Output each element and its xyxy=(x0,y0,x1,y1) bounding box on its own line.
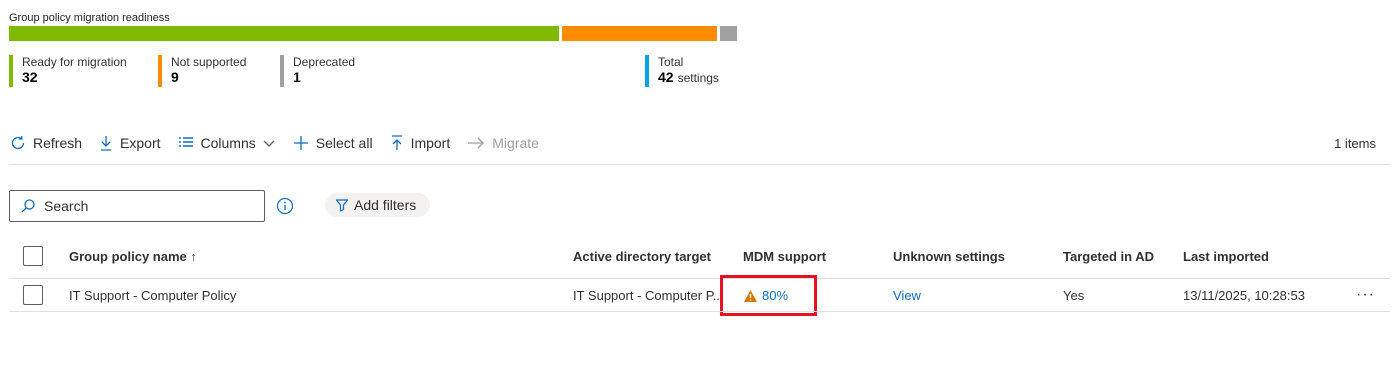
column-header-name[interactable]: Group policy name ↑ xyxy=(69,249,197,264)
readiness-title: Group policy migration readiness xyxy=(9,12,170,24)
columns-label: Columns xyxy=(200,135,256,151)
search-box[interactable] xyxy=(9,190,265,222)
arrow-right-icon xyxy=(468,137,485,149)
column-header-targeted-in-ad[interactable]: Targeted in AD xyxy=(1063,249,1154,264)
columns-button[interactable]: Columns xyxy=(177,134,276,152)
deprecated-bar-segment xyxy=(720,26,737,41)
legend-deprecated-label: Deprecated xyxy=(293,55,356,69)
column-header-unknown-settings[interactable]: Unknown settings xyxy=(893,249,1005,264)
cell-targeted-in-ad: Yes xyxy=(1063,288,1085,303)
legend-total: Total 42 settings xyxy=(645,55,719,87)
column-header-mdm-support[interactable]: MDM support xyxy=(743,249,826,264)
highlight-box xyxy=(720,275,817,316)
search-icon xyxy=(21,199,35,213)
cell-policy-name[interactable]: IT Support - Computer Policy xyxy=(69,288,236,303)
info-icon[interactable] xyxy=(276,197,294,215)
toolbar-divider xyxy=(9,164,1390,165)
add-icon xyxy=(293,136,308,150)
cell-ad-target: IT Support - Computer P... xyxy=(573,288,724,303)
legend-not-supported: Not supported 9 xyxy=(158,55,246,87)
toolbar: Refresh Export Columns Select all Import… xyxy=(9,132,555,154)
refresh-button[interactable]: Refresh xyxy=(9,134,82,152)
legend-total-label: Total xyxy=(658,55,684,69)
export-button[interactable]: Export xyxy=(98,134,161,152)
not-supported-bar-segment xyxy=(562,26,717,41)
import-button[interactable]: Import xyxy=(389,134,451,152)
import-icon xyxy=(391,135,402,150)
more-icon[interactable]: ··· xyxy=(1356,286,1375,304)
filter-icon xyxy=(335,199,349,212)
select-all-button[interactable]: Select all xyxy=(292,134,373,152)
chevron-down-icon xyxy=(263,140,275,147)
refresh-icon xyxy=(11,136,25,150)
legend-ready: Ready for migration 32 xyxy=(9,55,127,87)
export-icon xyxy=(101,136,112,151)
items-count: 1 items xyxy=(1334,136,1376,151)
select-all-rows-checkbox[interactable] xyxy=(23,246,43,266)
column-header-last-imported[interactable]: Last imported xyxy=(1183,249,1269,264)
legend-ready-label: Ready for migration xyxy=(22,55,127,69)
refresh-label: Refresh xyxy=(33,135,83,151)
legend-total-value: 42 xyxy=(658,69,674,85)
add-filters-button[interactable]: Add filters xyxy=(325,193,431,217)
row-checkbox[interactable] xyxy=(23,285,43,305)
search-input[interactable] xyxy=(44,198,244,214)
columns-icon xyxy=(178,137,193,147)
legend-not-supported-label: Not supported xyxy=(171,55,247,69)
import-label: Import xyxy=(410,135,451,151)
legend-ready-value: 32 xyxy=(22,69,38,85)
legend-not-supported-value: 9 xyxy=(171,69,179,85)
unknown-settings-view-link[interactable]: View xyxy=(893,288,921,303)
legend-total-unit: settings xyxy=(677,71,719,85)
column-header-ad-target[interactable]: Active directory target xyxy=(573,249,711,264)
ready-bar-segment xyxy=(9,26,559,41)
legend-deprecated: Deprecated 1 xyxy=(280,55,355,87)
migrate-button[interactable]: Migrate xyxy=(466,134,539,152)
legend-deprecated-value: 1 xyxy=(293,69,301,85)
select-all-label: Select all xyxy=(315,135,373,151)
row-divider xyxy=(9,311,1390,312)
export-label: Export xyxy=(120,135,161,151)
migrate-label: Migrate xyxy=(492,135,539,151)
add-filters-label: Add filters xyxy=(354,197,417,213)
header-divider xyxy=(9,278,1390,279)
cell-last-imported: 13/11/2025, 10:28:53 xyxy=(1183,288,1305,303)
